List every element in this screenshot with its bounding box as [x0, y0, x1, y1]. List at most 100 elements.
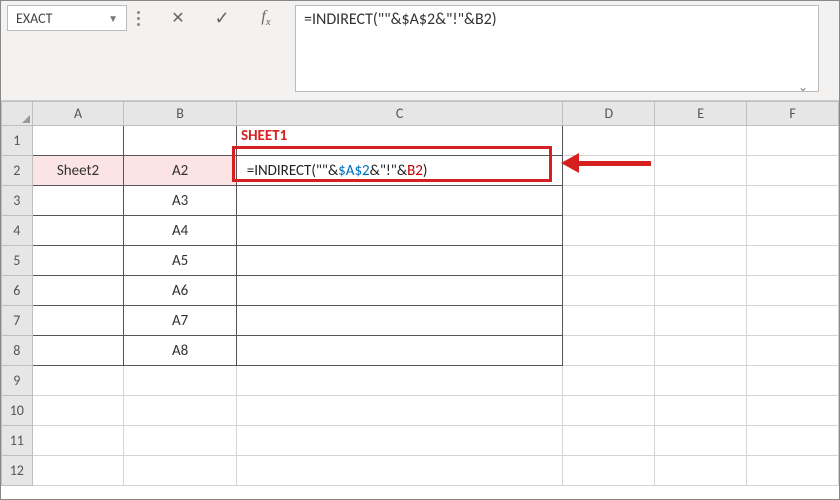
cell-F1[interactable]	[747, 126, 839, 156]
cell-A10[interactable]	[32, 396, 124, 426]
cell-F4[interactable]	[747, 216, 839, 246]
cell-C9[interactable]	[236, 366, 563, 396]
col-header-A[interactable]: A	[32, 102, 124, 126]
cell-B4[interactable]: A4	[124, 216, 236, 246]
select-all-corner[interactable]	[2, 102, 33, 126]
col-header-D[interactable]: D	[563, 102, 655, 126]
cell-A5[interactable]	[32, 246, 124, 276]
cell-B2[interactable]: A2	[124, 156, 236, 186]
cell-B6[interactable]: A6	[124, 276, 236, 306]
row-header-11[interactable]: 11	[2, 426, 33, 456]
cell-C6[interactable]	[236, 276, 563, 306]
spreadsheet-grid[interactable]: A B C D E F 1 2 Sheet2 A2 =INDIRECT(""&$…	[1, 101, 839, 486]
cell-A8[interactable]	[32, 336, 124, 366]
expand-formula-bar-icon[interactable]: ⌄	[798, 80, 808, 95]
row-header-1[interactable]: 1	[2, 126, 33, 156]
insert-function-button[interactable]: fx	[253, 5, 279, 31]
cell-D6[interactable]	[563, 276, 655, 306]
cell-F12[interactable]	[747, 456, 839, 486]
col-header-E[interactable]: E	[655, 102, 747, 126]
cell-F8[interactable]	[747, 336, 839, 366]
cell-C3[interactable]	[236, 186, 563, 216]
cell-B5[interactable]: A5	[124, 246, 236, 276]
cell-D9[interactable]	[563, 366, 655, 396]
cell-B7[interactable]: A7	[124, 306, 236, 336]
cell-C5[interactable]	[236, 246, 563, 276]
cell-F5[interactable]	[747, 246, 839, 276]
cell-D7[interactable]	[563, 306, 655, 336]
cell-F7[interactable]	[747, 306, 839, 336]
cell-F6[interactable]	[747, 276, 839, 306]
cell-B3[interactable]: A3	[124, 186, 236, 216]
cell-E2[interactable]	[655, 156, 747, 186]
cell-B9[interactable]	[124, 366, 236, 396]
cell-E8[interactable]	[655, 336, 747, 366]
cell-D1[interactable]	[563, 126, 655, 156]
cell-A2[interactable]: Sheet2	[32, 156, 124, 186]
cell-D2[interactable]	[563, 156, 655, 186]
cell-C11[interactable]	[236, 426, 563, 456]
cell-D5[interactable]	[563, 246, 655, 276]
cell-F2[interactable]	[747, 156, 839, 186]
cell-A6[interactable]	[32, 276, 124, 306]
row-header-5[interactable]: 5	[2, 246, 33, 276]
cell-E12[interactable]	[655, 456, 747, 486]
cell-A7[interactable]	[32, 306, 124, 336]
cell-D11[interactable]	[563, 426, 655, 456]
col-header-B[interactable]: B	[124, 102, 236, 126]
cell-E5[interactable]	[655, 246, 747, 276]
row-header-7[interactable]: 7	[2, 306, 33, 336]
cell-A12[interactable]	[32, 456, 124, 486]
cell-A11[interactable]	[32, 426, 124, 456]
cancel-button[interactable]: ✕	[165, 5, 191, 31]
row-header-9[interactable]: 9	[2, 366, 33, 396]
cell-F9[interactable]	[747, 366, 839, 396]
cell-B8[interactable]: A8	[124, 336, 236, 366]
cell-B11[interactable]	[124, 426, 236, 456]
cell-F11[interactable]	[747, 426, 839, 456]
cell-F10[interactable]	[747, 396, 839, 426]
chevron-down-icon[interactable]: ▼	[108, 12, 118, 25]
accept-button[interactable]: ✓	[209, 5, 235, 31]
cell-A4[interactable]	[32, 216, 124, 246]
cell-C12[interactable]	[236, 456, 563, 486]
cell-D8[interactable]	[563, 336, 655, 366]
cell-B12[interactable]	[124, 456, 236, 486]
cell-E9[interactable]	[655, 366, 747, 396]
name-box-resize-handle[interactable]	[131, 5, 145, 31]
cell-E3[interactable]	[655, 186, 747, 216]
cell-D4[interactable]	[563, 216, 655, 246]
row-header-8[interactable]: 8	[2, 336, 33, 366]
cell-E4[interactable]	[655, 216, 747, 246]
cell-E10[interactable]	[655, 396, 747, 426]
cell-C7[interactable]	[236, 306, 563, 336]
row-header-2[interactable]: 2	[2, 156, 33, 186]
cell-C1[interactable]	[236, 126, 563, 156]
name-box[interactable]: EXACT ▼	[7, 5, 127, 31]
cell-E6[interactable]	[655, 276, 747, 306]
cell-C10[interactable]	[236, 396, 563, 426]
cell-B1[interactable]	[124, 126, 236, 156]
cell-A1[interactable]	[32, 126, 124, 156]
cell-E1[interactable]	[655, 126, 747, 156]
cell-C8[interactable]	[236, 336, 563, 366]
row-header-3[interactable]: 3	[2, 186, 33, 216]
cell-E11[interactable]	[655, 426, 747, 456]
row-header-4[interactable]: 4	[2, 216, 33, 246]
cell-D10[interactable]	[563, 396, 655, 426]
row-header-10[interactable]: 10	[2, 396, 33, 426]
row-header-12[interactable]: 12	[2, 456, 33, 486]
col-header-F[interactable]: F	[747, 102, 839, 126]
cell-E7[interactable]	[655, 306, 747, 336]
cell-D12[interactable]	[563, 456, 655, 486]
cell-A3[interactable]	[32, 186, 124, 216]
row-header-6[interactable]: 6	[2, 276, 33, 306]
cell-D3[interactable]	[563, 186, 655, 216]
cell-F3[interactable]	[747, 186, 839, 216]
cell-B10[interactable]	[124, 396, 236, 426]
cell-A9[interactable]	[32, 366, 124, 396]
cell-C4[interactable]	[236, 216, 563, 246]
formula-input[interactable]: =INDIRECT(""&$A$2&"!"&B2)	[295, 5, 819, 92]
col-header-C[interactable]: C	[236, 102, 563, 126]
cell-C2[interactable]: =INDIRECT(""&$A$2&"!"&B2)	[236, 156, 563, 186]
